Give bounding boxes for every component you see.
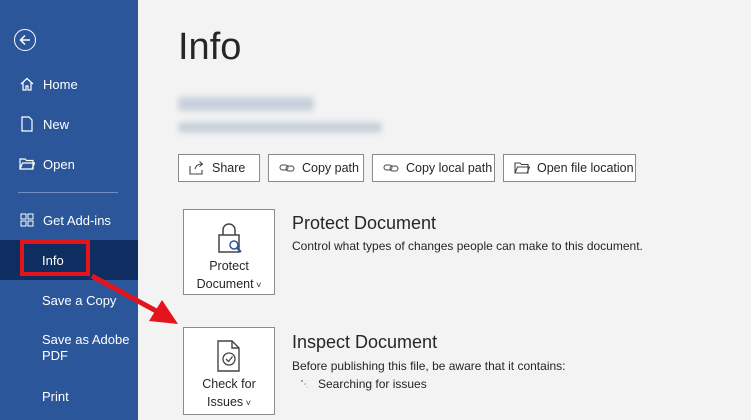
sidebar-item-label: Open — [43, 156, 75, 172]
sidebar-item-label: Get Add-ins — [43, 212, 111, 228]
check-for-issues-button[interactable]: Check for Issues ˅ — [183, 327, 275, 415]
check-button-line1: Check for — [202, 377, 256, 391]
inspect-status: Searching for issues — [300, 377, 427, 391]
sidebar-item-new[interactable]: New — [0, 104, 138, 144]
lock-icon — [212, 220, 246, 256]
sidebar-item-label: Home — [43, 76, 78, 92]
info-highlight-box — [20, 240, 90, 276]
copy-local-path-button[interactable]: Copy local path — [372, 154, 495, 182]
protect-document-description: Control what types of changes people can… — [292, 239, 643, 253]
open-file-location-label: Open file location — [537, 161, 634, 175]
sidebar-item-label: Save a Copy — [42, 292, 117, 308]
backstage-sidebar: Home New Open Get Add-ins Info Save a Co… — [0, 0, 138, 420]
open-folder-icon — [18, 155, 36, 173]
check-button-line2: Issues — [207, 395, 244, 409]
chevron-down-icon: ˅ — [253, 280, 262, 290]
copy-path-label: Copy path — [302, 161, 359, 175]
copy-path-button[interactable]: Copy path — [268, 154, 364, 182]
protect-button-line2: Document — [196, 277, 254, 291]
sidebar-divider — [18, 192, 118, 193]
check-button-line2-wrap: Issues ˅ — [184, 394, 274, 411]
sidebar-item-save-a-copy[interactable]: Save a Copy — [0, 280, 138, 320]
home-icon — [18, 75, 36, 93]
add-ins-grid-icon — [18, 211, 36, 229]
inspect-document-title: Inspect Document — [292, 332, 438, 352]
loading-spinner-icon — [301, 380, 308, 388]
blurred-file-name — [178, 97, 314, 111]
chevron-down-icon: ˅ — [243, 398, 251, 408]
protect-document-title: Protect Document — [292, 213, 437, 233]
sidebar-item-label: Save as Adobe PDF — [42, 332, 130, 363]
inspect-document-description: Before publishing this file, be aware th… — [292, 359, 566, 373]
protect-button-line1: Protect — [209, 259, 249, 273]
share-icon — [189, 160, 205, 176]
page-title: Info — [178, 26, 242, 68]
link-icon — [279, 160, 295, 176]
share-button[interactable]: Share — [178, 154, 260, 182]
protect-document-button[interactable]: Protect Document ˅ — [183, 209, 275, 295]
blurred-file-path — [178, 122, 382, 133]
new-document-icon — [18, 115, 36, 133]
folder-icon — [514, 160, 530, 176]
sidebar-item-save-as-adobe-pdf[interactable]: Save as Adobe PDF — [0, 332, 138, 376]
sidebar-item-open[interactable]: Open — [0, 144, 138, 184]
sidebar-item-label: Print — [42, 388, 69, 404]
sidebar-item-home[interactable]: Home — [0, 64, 138, 104]
link-icon — [383, 160, 399, 176]
back-arrow-icon[interactable] — [14, 29, 36, 51]
inspect-document-icon — [212, 338, 246, 374]
copy-local-path-label: Copy local path — [406, 161, 493, 175]
sidebar-item-get-add-ins[interactable]: Get Add-ins — [0, 200, 138, 240]
open-file-location-button[interactable]: Open file location — [503, 154, 636, 182]
sidebar-item-label: New — [43, 116, 70, 132]
sidebar-item-print[interactable]: Print — [0, 376, 138, 416]
protect-button-line2-wrap: Document ˅ — [184, 276, 274, 293]
inspect-status-text: Searching for issues — [318, 377, 427, 391]
share-label: Share — [212, 161, 246, 175]
